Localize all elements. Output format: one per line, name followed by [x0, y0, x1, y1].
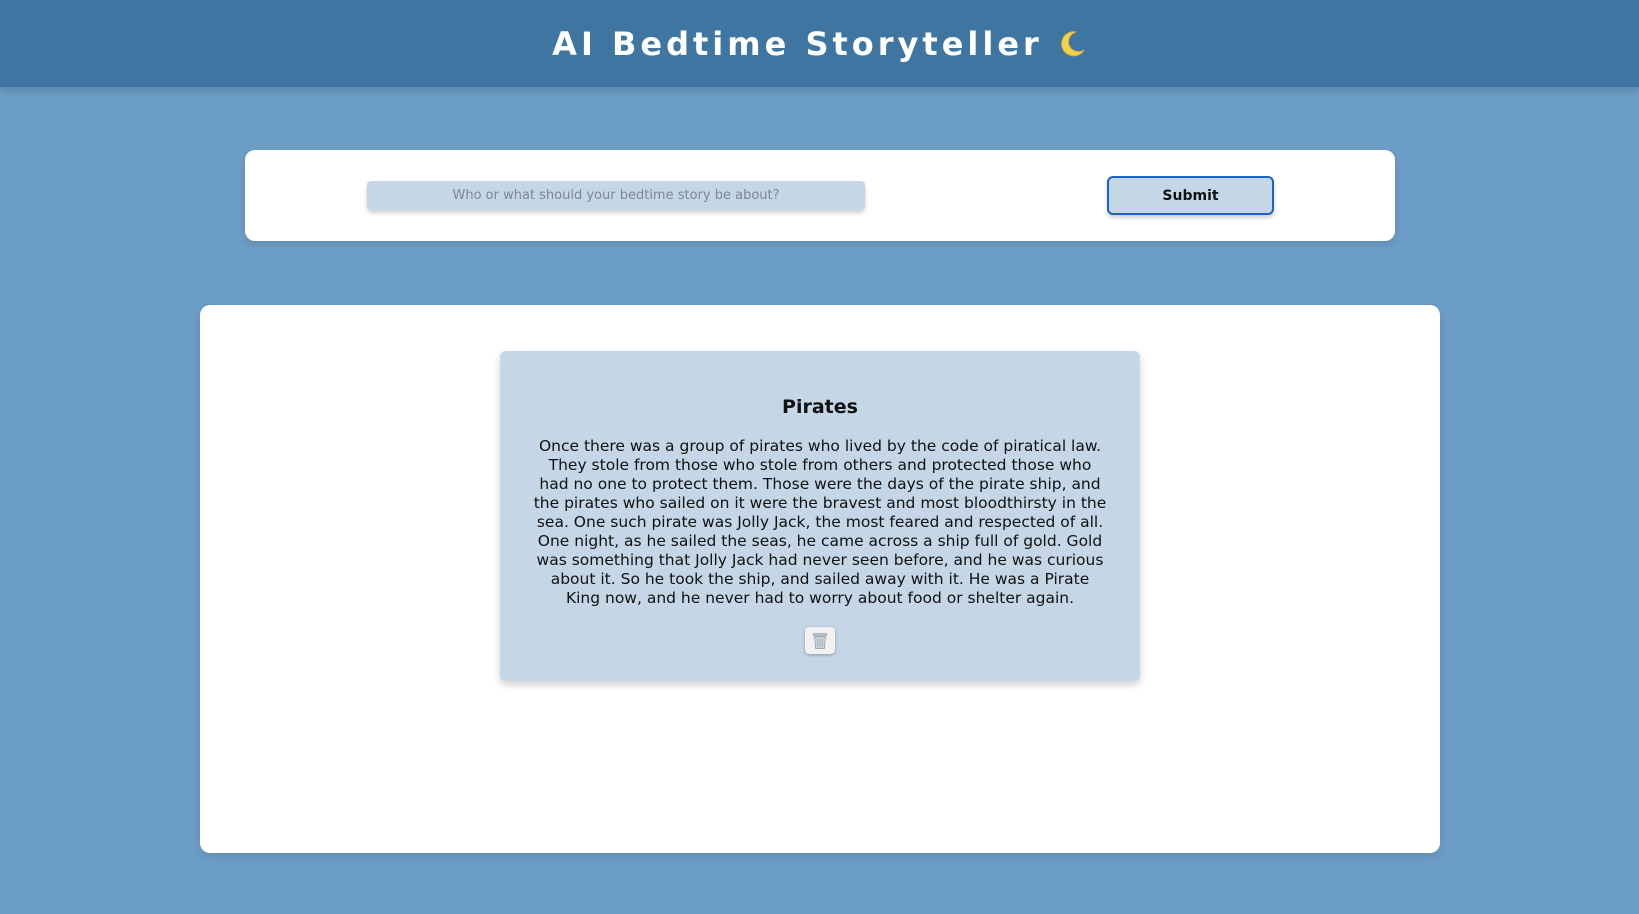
app-title-text: AI Bedtime Storyteller	[552, 24, 1043, 63]
crescent-moon-icon	[1057, 29, 1087, 59]
story-topic-input[interactable]	[367, 181, 865, 210]
story-card: Pirates Once there was a group of pirate…	[500, 351, 1140, 681]
submit-button[interactable]: Submit	[1107, 176, 1274, 215]
trash-icon	[812, 632, 828, 650]
delete-story-button[interactable]	[805, 627, 835, 654]
story-text: Once there was a group of pirates who li…	[533, 437, 1107, 607]
story-title: Pirates	[782, 396, 858, 418]
stories-panel: Pirates Once there was a group of pirate…	[200, 305, 1440, 853]
app-header: AI Bedtime Storyteller	[0, 0, 1639, 87]
story-prompt-form: Submit	[245, 150, 1395, 241]
app-title: AI Bedtime Storyteller	[552, 25, 1087, 63]
